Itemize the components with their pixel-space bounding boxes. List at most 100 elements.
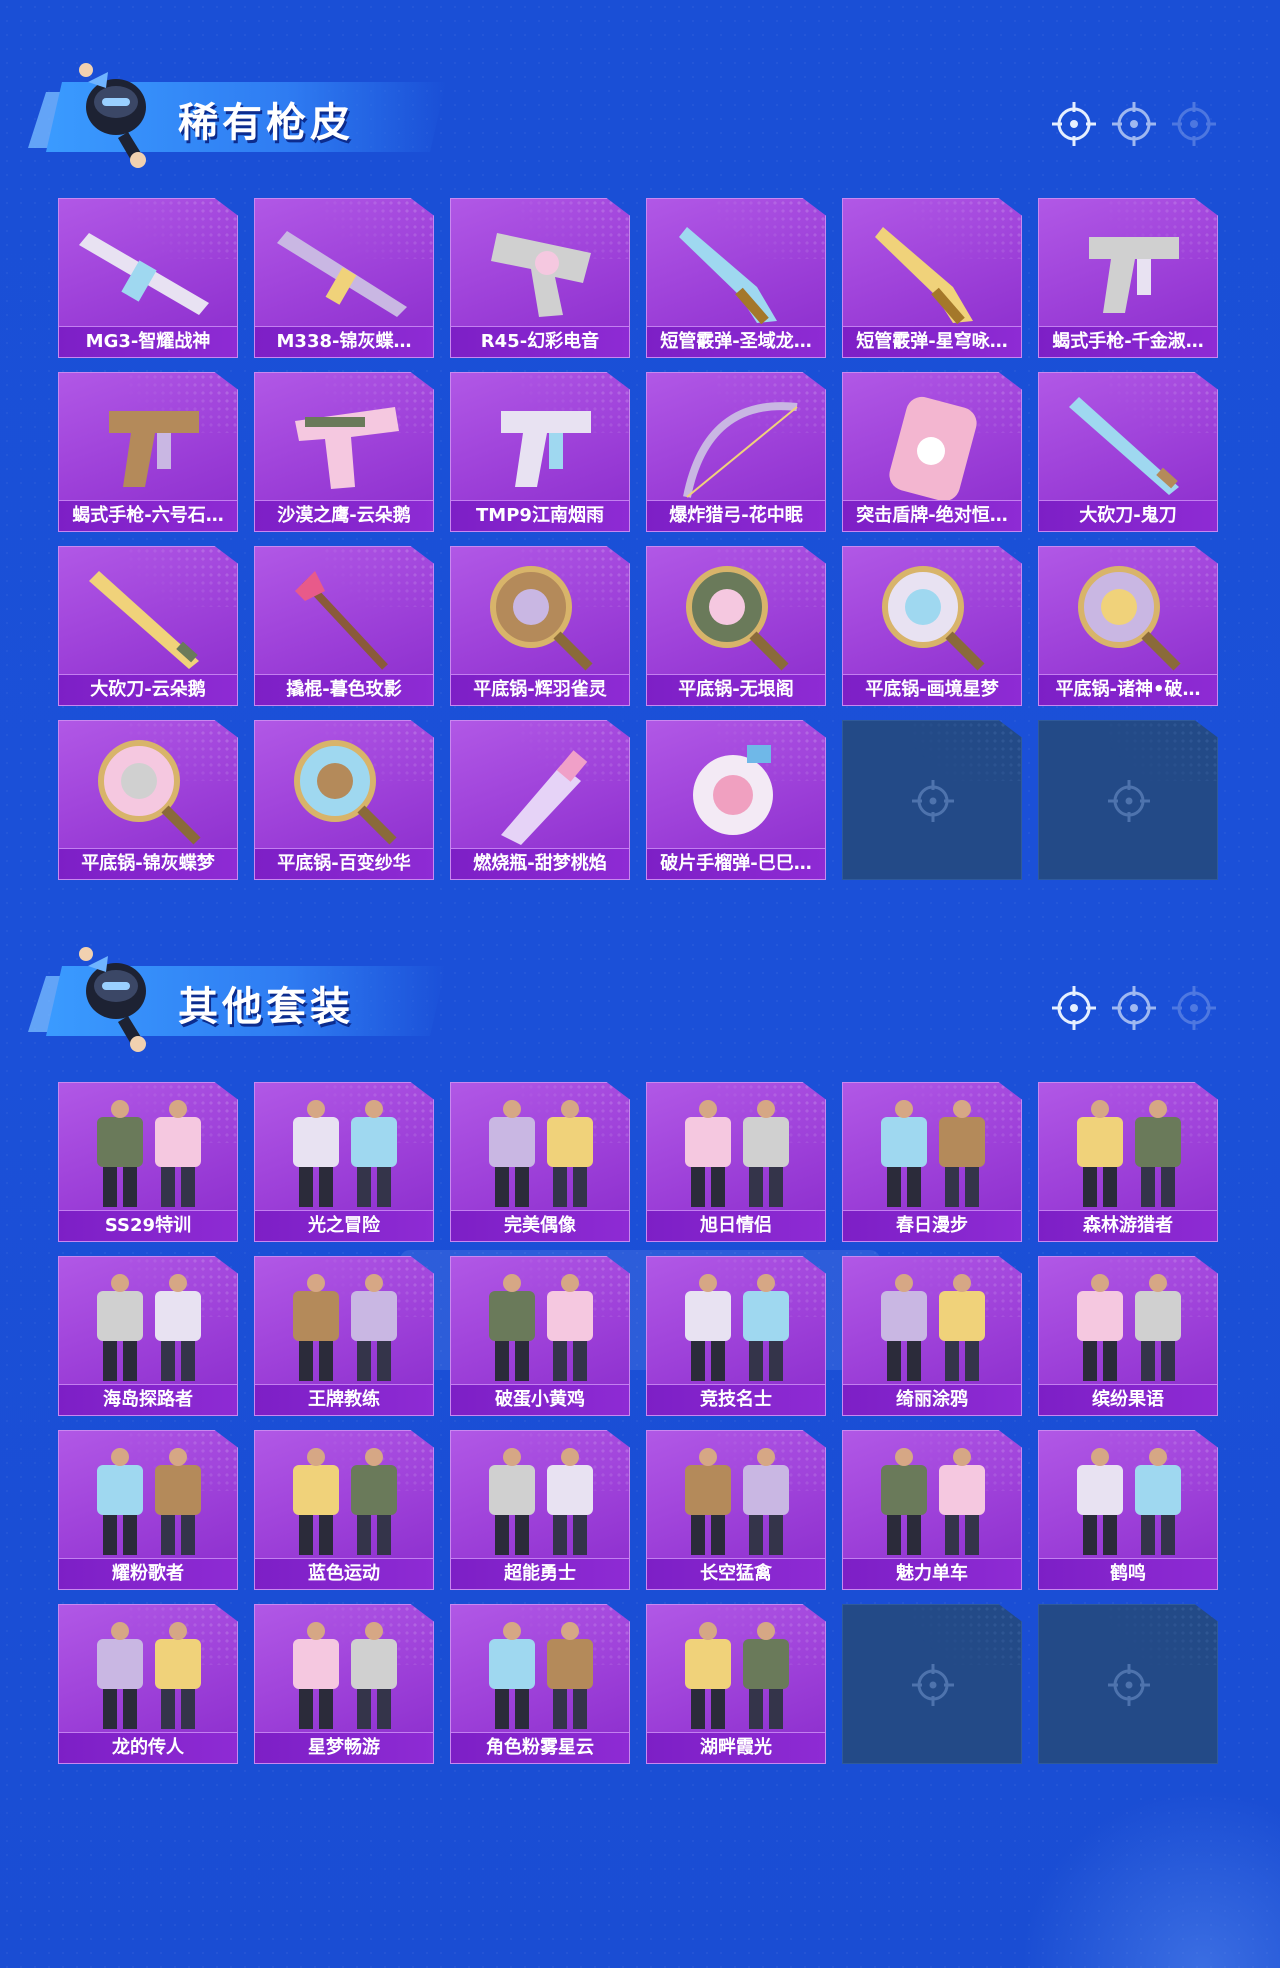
item-label: 沙漠之鹰-云朵鹅 xyxy=(255,500,433,531)
item-card[interactable]: 耀粉歌者 xyxy=(58,1430,238,1590)
item-card[interactable]: 光之冒险 xyxy=(254,1082,434,1242)
item-label: 湖畔霞光 xyxy=(647,1732,825,1763)
sawed-off-shotgun-icon xyxy=(679,227,777,325)
item-card[interactable]: 大砍刀-云朵鹅 xyxy=(58,546,238,706)
smg-pistol-icon xyxy=(1089,237,1179,313)
item-card[interactable]: 平底锅-无垠阁 xyxy=(646,546,826,706)
item-card[interactable]: 春日漫步 xyxy=(842,1082,1022,1242)
rifle-icon xyxy=(277,231,407,317)
item-card[interactable]: 撬棍-暮色玫影 xyxy=(254,546,434,706)
item-label: 森林游猎者 xyxy=(1039,1210,1217,1241)
item-label: MG3-智耀战神 xyxy=(59,326,237,357)
item-label: 蓝色运动 xyxy=(255,1558,433,1589)
item-card[interactable]: 燃烧瓶-甜梦桃焰 xyxy=(450,720,630,880)
crosshair-icon xyxy=(1172,102,1216,146)
item-card[interactable]: 蝎式手枪-六号石… xyxy=(58,372,238,532)
item-card[interactable]: 王牌教练 xyxy=(254,1256,434,1416)
crosshair-icon xyxy=(1052,986,1096,1030)
item-card[interactable]: 星梦畅游 xyxy=(254,1604,434,1764)
pan-icon xyxy=(1078,566,1181,671)
item-card[interactable]: 平底锅-辉羽雀灵 xyxy=(450,546,630,706)
item-label: 撬棍-暮色玫影 xyxy=(255,674,433,705)
section-rare-gun-skins: 稀有枪皮 MG3-智耀战神 M338-锦灰蝶… R45-幻彩电音 短管霰弹-圣域龙… 短… xyxy=(0,0,1280,900)
item-card[interactable]: 突击盾牌-绝对恒… xyxy=(842,372,1022,532)
item-label: 大砍刀-云朵鹅 xyxy=(59,674,237,705)
item-card[interactable]: 龙的传人 xyxy=(58,1604,238,1764)
item-card[interactable]: 平底锅-百变纱华 xyxy=(254,720,434,880)
item-label: 鹤鸣 xyxy=(1039,1558,1217,1589)
item-label: 大砍刀-鬼刀 xyxy=(1039,500,1217,531)
item-card[interactable]: MG3-智耀战神 xyxy=(58,198,238,358)
pan-icon xyxy=(882,566,985,671)
item-card[interactable]: 破片手榴弹-巳巳… xyxy=(646,720,826,880)
pan-icon xyxy=(98,740,201,845)
empty-slot-card xyxy=(842,1604,1022,1764)
item-card[interactable]: TMP9江南烟雨 xyxy=(450,372,630,532)
crosshair-icon xyxy=(1112,102,1156,146)
outfit-icon xyxy=(97,1448,201,1555)
item-label: 耀粉歌者 xyxy=(59,1558,237,1589)
item-card[interactable]: 鹤鸣 xyxy=(1038,1430,1218,1590)
empty-slot-card xyxy=(842,720,1022,880)
item-label: 燃烧瓶-甜梦桃焰 xyxy=(451,848,629,879)
item-label: 光之冒险 xyxy=(255,1210,433,1241)
item-card[interactable]: 魅力单车 xyxy=(842,1430,1022,1590)
item-card[interactable]: 破蛋小黄鸡 xyxy=(450,1256,630,1416)
item-card[interactable]: 蝎式手枪-千金淑… xyxy=(1038,198,1218,358)
molotov-icon xyxy=(501,750,588,845)
item-label: 平底锅-百变纱华 xyxy=(255,848,433,879)
outfit-icon xyxy=(293,1100,397,1207)
item-card[interactable]: 完美偶像 xyxy=(450,1082,630,1242)
item-label: 绮丽涂鸦 xyxy=(843,1384,1021,1415)
item-card[interactable]: M338-锦灰蝶… xyxy=(254,198,434,358)
dot-pattern xyxy=(911,1605,1021,1665)
bow-icon xyxy=(683,402,798,498)
machete-icon xyxy=(89,571,199,669)
item-card[interactable]: 旭日情侣 xyxy=(646,1082,826,1242)
empty-slot-card xyxy=(1038,1604,1218,1764)
item-label: 破蛋小黄鸡 xyxy=(451,1384,629,1415)
item-card[interactable]: 超能勇士 xyxy=(450,1430,630,1590)
section-header: 其他套装 xyxy=(28,936,446,1056)
pan-icon xyxy=(686,566,789,671)
empty-slot-card xyxy=(1038,720,1218,880)
crosshair-icon xyxy=(1172,986,1216,1030)
item-card[interactable]: 短管霰弹-星穹咏… xyxy=(842,198,1022,358)
item-card[interactable]: 蓝色运动 xyxy=(254,1430,434,1590)
item-card[interactable]: 沙漠之鹰-云朵鹅 xyxy=(254,372,434,532)
item-card[interactable]: 短管霰弹-圣域龙… xyxy=(646,198,826,358)
item-label: 爆炸猎弓-花中眠 xyxy=(647,500,825,531)
smg-pistol-icon xyxy=(109,411,199,487)
outfit-icon xyxy=(881,1100,985,1207)
outfit-icon xyxy=(97,1274,201,1381)
outfit-icon xyxy=(685,1622,789,1729)
section-other-outfits: 其他套装 SS29特训 光之冒险 完美偶像 旭日情侣 春日漫步 森林游猎者海岛探路者 王牌教… xyxy=(0,884,1280,1784)
item-label: 旭日情侣 xyxy=(647,1210,825,1241)
item-label: 长空猛禽 xyxy=(647,1558,825,1589)
item-label: TMP9江南烟雨 xyxy=(451,500,629,531)
item-card[interactable]: 竞技名士 xyxy=(646,1256,826,1416)
outfit-icon xyxy=(97,1100,201,1207)
item-label: 破片手榴弹-巳巳… xyxy=(647,848,825,879)
item-card[interactable]: SS29特训 xyxy=(58,1082,238,1242)
item-grid: MG3-智耀战神 M338-锦灰蝶… R45-幻彩电音 短管霰弹-圣域龙… 短管霰弹-星… xyxy=(58,198,1222,880)
item-card[interactable]: R45-幻彩电音 xyxy=(450,198,630,358)
item-card[interactable]: 缤纷果语 xyxy=(1038,1256,1218,1416)
item-card[interactable]: 海岛探路者 xyxy=(58,1256,238,1416)
item-card[interactable]: 平底锅-锦灰蝶梦 xyxy=(58,720,238,880)
item-card[interactable]: 角色粉雾星云 xyxy=(450,1604,630,1764)
item-card[interactable]: 湖畔霞光 xyxy=(646,1604,826,1764)
item-card[interactable]: 大砍刀-鬼刀 xyxy=(1038,372,1218,532)
item-label: SS29特训 xyxy=(59,1210,237,1241)
mascot-icon xyxy=(79,947,146,1052)
item-card[interactable]: 长空猛禽 xyxy=(646,1430,826,1590)
item-label: 平底锅-诸神•破… xyxy=(1039,674,1217,705)
crosshair-placeholder-icon xyxy=(1108,780,1150,822)
item-card[interactable]: 爆炸猎弓-花中眠 xyxy=(646,372,826,532)
item-label: 超能勇士 xyxy=(451,1558,629,1589)
item-card[interactable]: 绮丽涂鸦 xyxy=(842,1256,1022,1416)
item-card[interactable]: 森林游猎者 xyxy=(1038,1082,1218,1242)
item-card[interactable]: 平底锅-诸神•破… xyxy=(1038,546,1218,706)
item-card[interactable]: 平底锅-画境星梦 xyxy=(842,546,1022,706)
outfit-icon xyxy=(489,1274,593,1381)
